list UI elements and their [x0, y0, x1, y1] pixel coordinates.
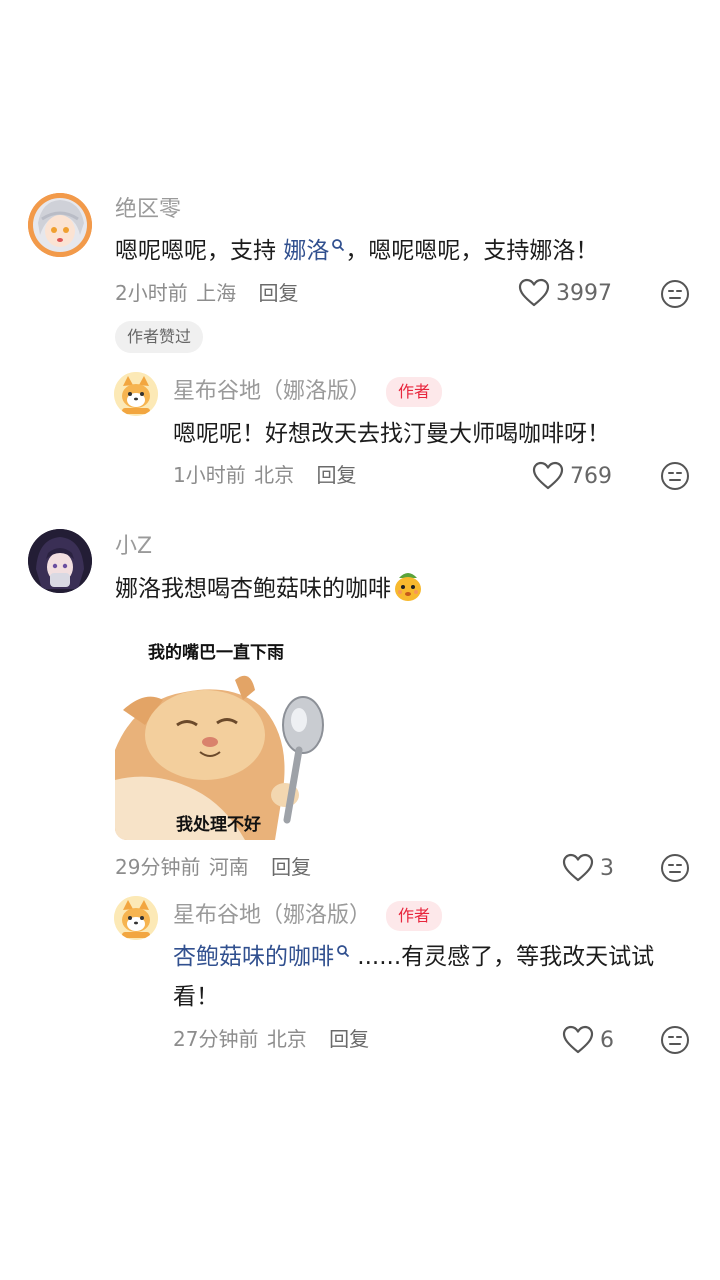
- comment-text-suffix: ，嗯呢嗯呢，支持娜洛！: [345, 238, 599, 264]
- reply-button[interactable]: 回复: [271, 855, 311, 879]
- topic-link-text[interactable]: 娜洛: [283, 238, 329, 264]
- cat-sticker-image[interactable]: 我的嘴巴一直下雨 我处理不好: [115, 630, 355, 840]
- username[interactable]: 小Z: [115, 532, 152, 562]
- avatar-anime-girl-icon: [28, 193, 92, 257]
- avatar[interactable]: [114, 372, 158, 416]
- dislike-face-icon: [661, 280, 689, 308]
- comment-location: 北京: [254, 463, 295, 487]
- comment-time: 2小时前: [115, 281, 188, 305]
- search-icon: [332, 239, 345, 252]
- comment-text: 杏鲍菇味的咖啡 ......有灵感了，等我改天试试 看！: [173, 940, 693, 1014]
- like-button[interactable]: 769: [532, 461, 612, 491]
- dislike-button[interactable]: [660, 1025, 690, 1059]
- comment-text-line1: ......有灵感了，等我改天试试: [350, 944, 655, 970]
- search-icon: [337, 945, 350, 958]
- username[interactable]: 绝区零: [115, 195, 181, 225]
- comment-text: 嗯呢嗯呢，支持 娜洛 ，嗯呢嗯呢，支持娜洛！: [115, 234, 598, 268]
- avatar-shiba-icon: [114, 896, 158, 940]
- dislike-button[interactable]: [660, 853, 690, 887]
- avatar-dark-hair-icon: [28, 529, 92, 593]
- like-button[interactable]: 3: [562, 853, 614, 883]
- topic-link-text[interactable]: 杏鲍菇味的咖啡: [173, 944, 334, 970]
- comment-location: 河南: [208, 855, 249, 879]
- comment-location: 北京: [266, 1027, 307, 1051]
- dislike-button[interactable]: [660, 279, 690, 313]
- author-tag: 作者: [386, 901, 443, 931]
- heart-icon: [562, 1025, 594, 1054]
- like-count: 6: [600, 1027, 614, 1053]
- dislike-face-icon: [661, 854, 689, 882]
- like-button[interactable]: 6: [562, 1025, 614, 1055]
- comment-meta: 29分钟前 河南 回复: [115, 852, 311, 882]
- username[interactable]: 星布谷地（娜洛版）: [173, 377, 371, 407]
- reply-button[interactable]: 回复: [316, 463, 356, 487]
- topic-link[interactable]: 杏鲍菇味的咖啡: [173, 944, 350, 970]
- avatar[interactable]: [28, 193, 92, 257]
- comment-time: 1小时前: [173, 463, 246, 487]
- comment-time: 29分钟前: [115, 855, 201, 879]
- comment-text-prefix: 嗯呢嗯呢，支持: [115, 238, 284, 264]
- author-liked-badge: 作者赞过: [115, 321, 204, 353]
- avatar[interactable]: [28, 529, 92, 593]
- avatar[interactable]: [114, 896, 158, 940]
- author-tag: 作者: [386, 377, 443, 407]
- comment-meta: 2小时前 上海 回复: [115, 278, 298, 308]
- comment-text: 娜洛我想喝杏鲍菇味的咖啡: [115, 570, 423, 606]
- comment-text-body: 娜洛我想喝杏鲍菇味的咖啡: [115, 576, 391, 602]
- heart-icon: [518, 278, 550, 307]
- avatar-shiba-icon: [114, 372, 158, 416]
- like-button[interactable]: 3997: [518, 278, 612, 308]
- comment-text: 嗯呢呢！好想改天去找汀曼大师喝咖啡呀！: [173, 421, 610, 447]
- reply-button[interactable]: 回复: [258, 281, 298, 305]
- comment-meta: 1小时前 北京 回复: [173, 460, 356, 490]
- dislike-face-icon: [661, 462, 689, 490]
- heart-icon: [562, 853, 594, 882]
- dislike-face-icon: [661, 1026, 689, 1054]
- topic-link[interactable]: 娜洛: [283, 238, 345, 264]
- like-count: 3997: [556, 280, 612, 306]
- comment-meta: 27分钟前 北京 回复: [173, 1024, 369, 1054]
- comment-location: 上海: [196, 281, 237, 305]
- mushroom-face-emoji-icon: [395, 573, 421, 601]
- like-count: 769: [570, 463, 612, 489]
- reply-button[interactable]: 回复: [329, 1027, 369, 1051]
- sticker-bottom-text: 我处理不好: [176, 815, 261, 835]
- comment-text-line2: 看！: [173, 984, 219, 1010]
- heart-icon: [532, 461, 564, 490]
- sticker-top-text: 我的嘴巴一直下雨: [148, 643, 284, 663]
- username[interactable]: 星布谷地（娜洛版）: [173, 901, 371, 931]
- comment-time: 27分钟前: [173, 1027, 259, 1051]
- dislike-button[interactable]: [660, 461, 690, 495]
- like-count: 3: [600, 855, 614, 881]
